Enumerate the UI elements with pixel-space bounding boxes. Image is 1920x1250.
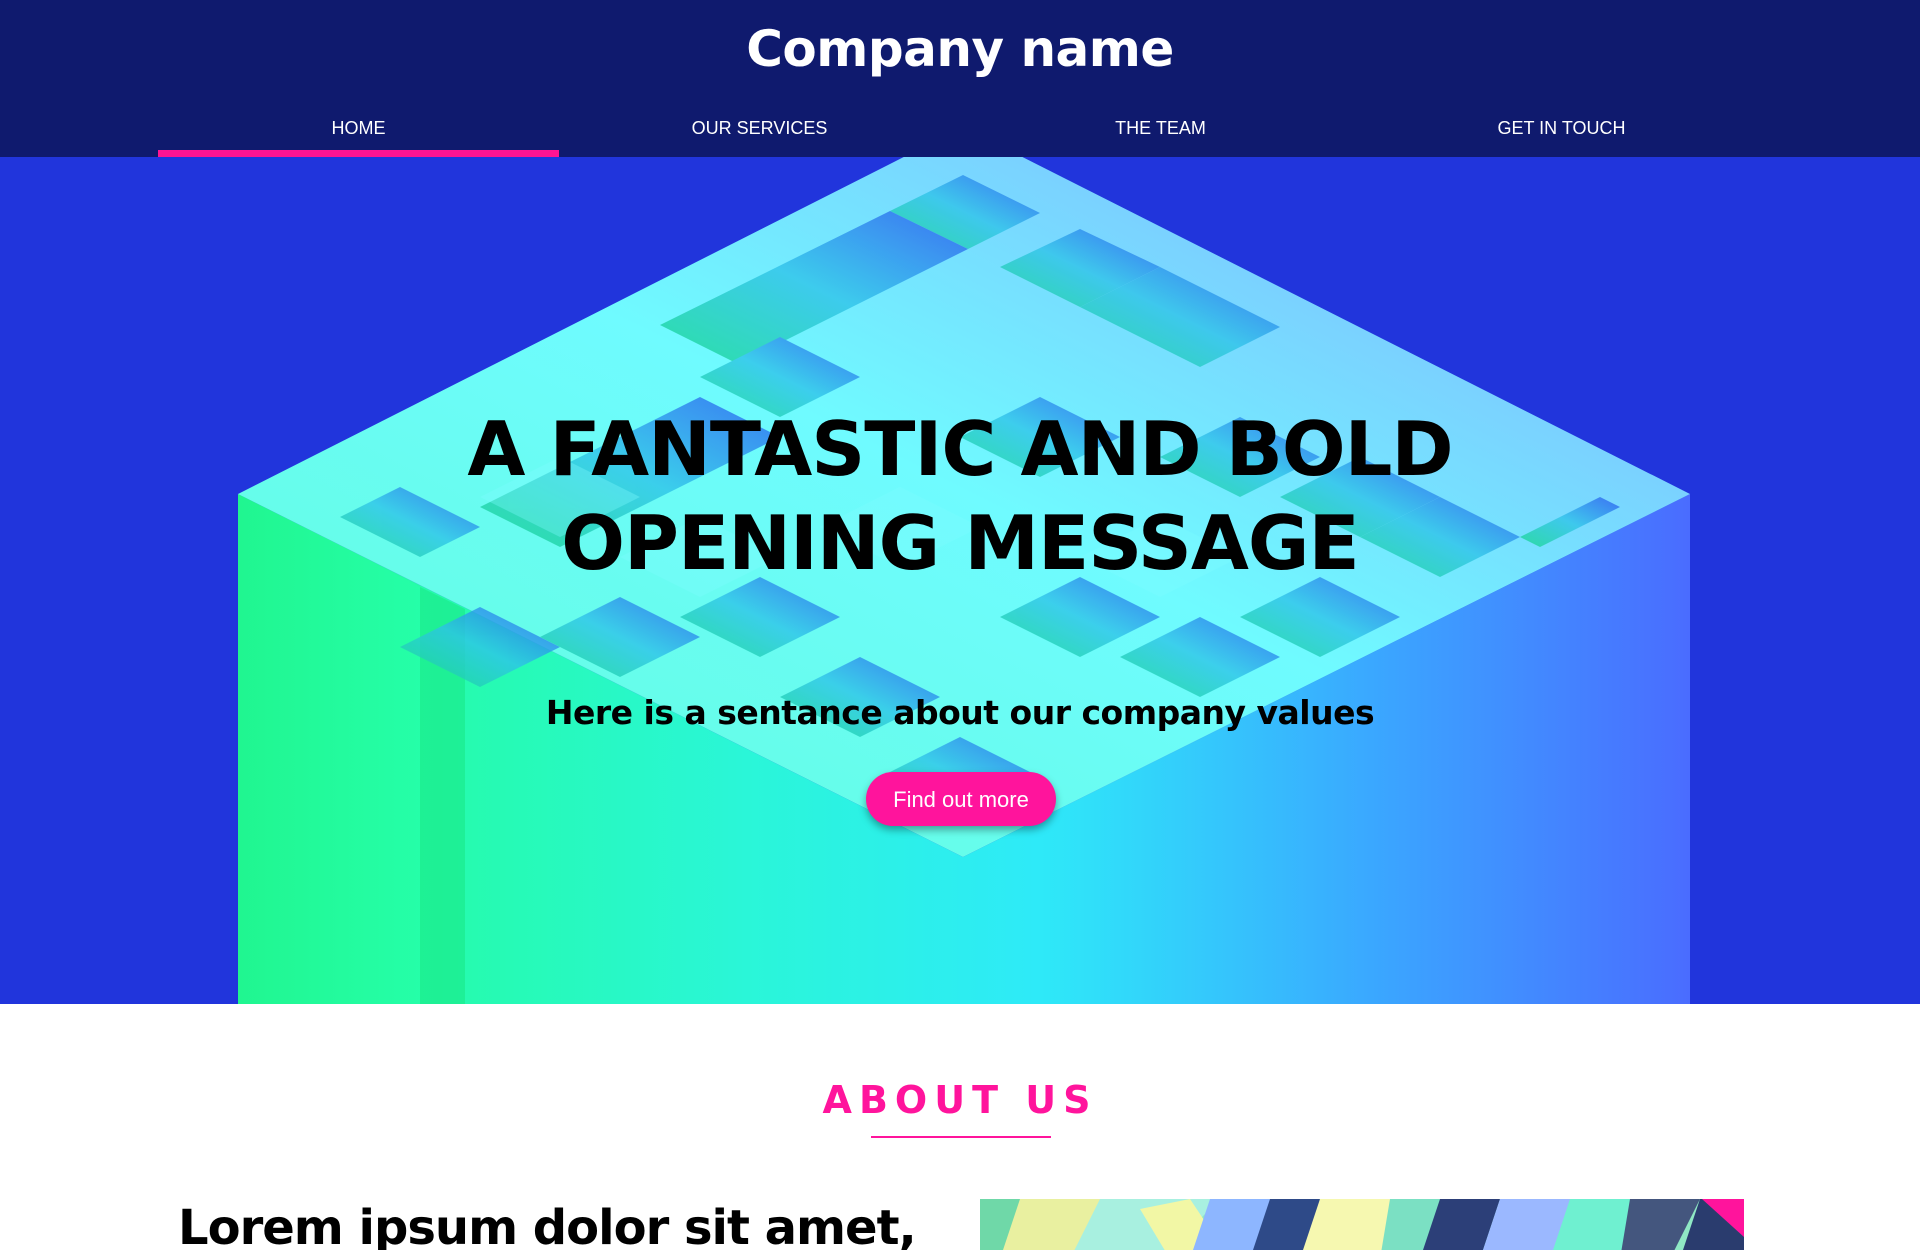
nav-item-get-in-touch[interactable]: GET IN TOUCH (1361, 100, 1762, 157)
page: Company name HOME OUR SERVICES THE TEAM … (0, 0, 1920, 1250)
nav-item-label: OUR SERVICES (691, 118, 828, 138)
hero-headline-line-1: A FANTASTIC AND BOLD (467, 405, 1453, 493)
nav-item-label: GET IN TOUCH (1497, 118, 1626, 138)
hero-headline-line-2: OPENING MESSAGE (561, 499, 1359, 587)
nav-item-label: THE TEAM (1115, 118, 1206, 138)
brand-name[interactable]: Company name (0, 17, 1920, 81)
site-header: Company name HOME OUR SERVICES THE TEAM … (0, 0, 1920, 157)
hero-headline: A FANTASTIC AND BOLD OPENING MESSAGE (360, 402, 1560, 590)
about-section: ABOUT US Lorem ipsum dolor sit amet, (0, 1004, 1920, 1250)
hero-section: A FANTASTIC AND BOLD OPENING MESSAGE Her… (0, 157, 1920, 1004)
nav-item-label: HOME (331, 118, 386, 138)
hero-subheading: Here is a sentance about our company val… (545, 693, 1375, 732)
nav-item-our-services[interactable]: OUR SERVICES (559, 100, 960, 157)
active-nav-indicator (158, 150, 559, 157)
about-section-title: ABOUT US (822, 1078, 1098, 1122)
nav-item-home[interactable]: HOME (158, 100, 559, 157)
about-heading: Lorem ipsum dolor sit amet, (178, 1200, 917, 1250)
main-nav: HOME OUR SERVICES THE TEAM GET IN TOUCH (158, 100, 1762, 157)
polygon-art-image (980, 1199, 1744, 1250)
nav-item-the-team[interactable]: THE TEAM (960, 100, 1361, 157)
find-out-more-button[interactable]: Find out more (866, 772, 1056, 826)
about-title-divider (871, 1136, 1051, 1138)
